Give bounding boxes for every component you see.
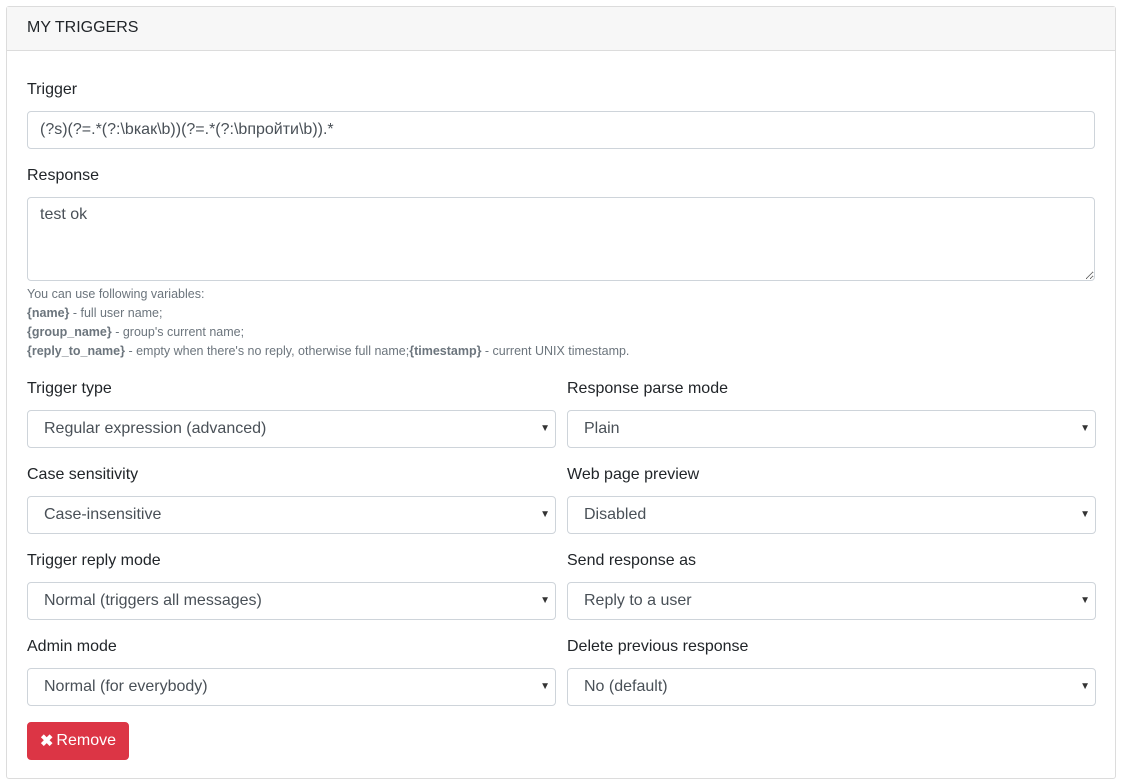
row-admin-mode: Admin mode Normal (for everybody) ▼ Dele… [27,637,1096,706]
send-response-as-label: Send response as [567,552,696,569]
help-var-group-desc: - group's current name; [111,325,245,339]
web-page-preview-group: Web page preview Disabled ▼ [567,465,1096,534]
actions: ✖ Remove [27,722,1095,760]
help-line-name: {name} - full user name; [27,304,1095,323]
triggers-card: MY TRIGGERS Trigger Response test ok You… [6,6,1116,779]
send-response-as-value: Reply to a user [584,592,692,609]
case-sensitivity-value: Case-insensitive [44,506,162,523]
web-page-preview-select[interactable]: Disabled ▼ [567,496,1096,534]
variables-help: You can use following variables: {name} … [27,285,1095,361]
help-var-reply-desc: - empty when there's no reply, otherwise… [124,344,410,358]
help-var-group: {group_name} [27,325,112,339]
trigger-type-group: Trigger type Regular expression (advance… [27,379,556,448]
help-intro: You can use following variables: [27,287,205,301]
help-line-group: {group_name} - group's current name; [27,323,1095,342]
trigger-reply-mode-value: Normal (triggers all messages) [44,592,262,609]
chevron-down-icon: ▼ [1080,423,1090,434]
send-response-as-group: Send response as Reply to a user ▼ [567,551,1096,620]
chevron-down-icon: ▼ [1080,509,1090,520]
delete-previous-response-value: No (default) [584,678,668,695]
case-sensitivity-group: Case sensitivity Case-insensitive ▼ [27,465,556,534]
response-parse-mode-group: Response parse mode Plain ▼ [567,379,1096,448]
admin-mode-select[interactable]: Normal (for everybody) ▼ [27,668,556,706]
trigger-reply-mode-group: Trigger reply mode Normal (triggers all … [27,551,556,620]
response-textarea[interactable]: test ok [27,197,1095,281]
case-sensitivity-label: Case sensitivity [27,466,139,483]
send-response-as-select[interactable]: Reply to a user ▼ [567,582,1096,620]
remove-button[interactable]: ✖ Remove [27,722,129,760]
remove-button-label: Remove [56,732,116,749]
chevron-down-icon: ▼ [540,595,550,606]
delete-previous-response-group: Delete previous response No (default) ▼ [567,637,1096,706]
response-parse-mode-select[interactable]: Plain ▼ [567,410,1096,448]
trigger-reply-mode-select[interactable]: Normal (triggers all messages) ▼ [27,582,556,620]
response-label: Response [27,167,100,184]
card-header: MY TRIGGERS [7,7,1115,51]
web-page-preview-value: Disabled [584,506,647,523]
row-trigger-type: Trigger type Regular expression (advance… [27,379,1096,448]
admin-mode-label: Admin mode [27,638,117,655]
admin-mode-group: Admin mode Normal (for everybody) ▼ [27,637,556,706]
chevron-down-icon: ▼ [540,423,550,434]
help-var-name-desc: - full user name; [69,306,163,320]
row-trigger-reply-mode: Trigger reply mode Normal (triggers all … [27,551,1096,620]
trigger-group: Trigger [27,80,1095,149]
chevron-down-icon: ▼ [540,509,550,520]
delete-previous-response-label: Delete previous response [567,638,749,655]
row-case-sensitivity: Case sensitivity Case-insensitive ▼ Web … [27,465,1096,534]
chevron-down-icon: ▼ [1080,681,1090,692]
close-icon: ✖ [40,733,54,750]
delete-previous-response-select[interactable]: No (default) ▼ [567,668,1096,706]
trigger-type-value: Regular expression (advanced) [44,420,267,437]
card-body: Trigger Response test ok You can use fol… [27,51,1096,760]
trigger-type-select[interactable]: Regular expression (advanced) ▼ [27,410,556,448]
chevron-down-icon: ▼ [540,681,550,692]
response-group: Response test ok You can use following v… [27,166,1095,361]
admin-mode-value: Normal (for everybody) [44,678,208,695]
help-var-timestamp-desc: - current UNIX timestamp. [481,344,630,358]
help-var-timestamp: {timestamp} [409,344,482,358]
chevron-down-icon: ▼ [1080,595,1090,606]
trigger-reply-mode-label: Trigger reply mode [27,552,161,569]
help-line-reply: {reply_to_name} - empty when there's no … [27,342,1095,361]
help-var-name: {name} [27,306,70,320]
trigger-type-label: Trigger type [27,380,112,397]
trigger-input[interactable] [27,111,1095,149]
trigger-label: Trigger [27,81,78,98]
response-parse-mode-label: Response parse mode [567,380,728,397]
web-page-preview-label: Web page preview [567,466,700,483]
help-var-reply: {reply_to_name} [27,344,125,358]
case-sensitivity-select[interactable]: Case-insensitive ▼ [27,496,556,534]
page-title: MY TRIGGERS [27,19,139,36]
response-parse-mode-value: Plain [584,420,620,437]
